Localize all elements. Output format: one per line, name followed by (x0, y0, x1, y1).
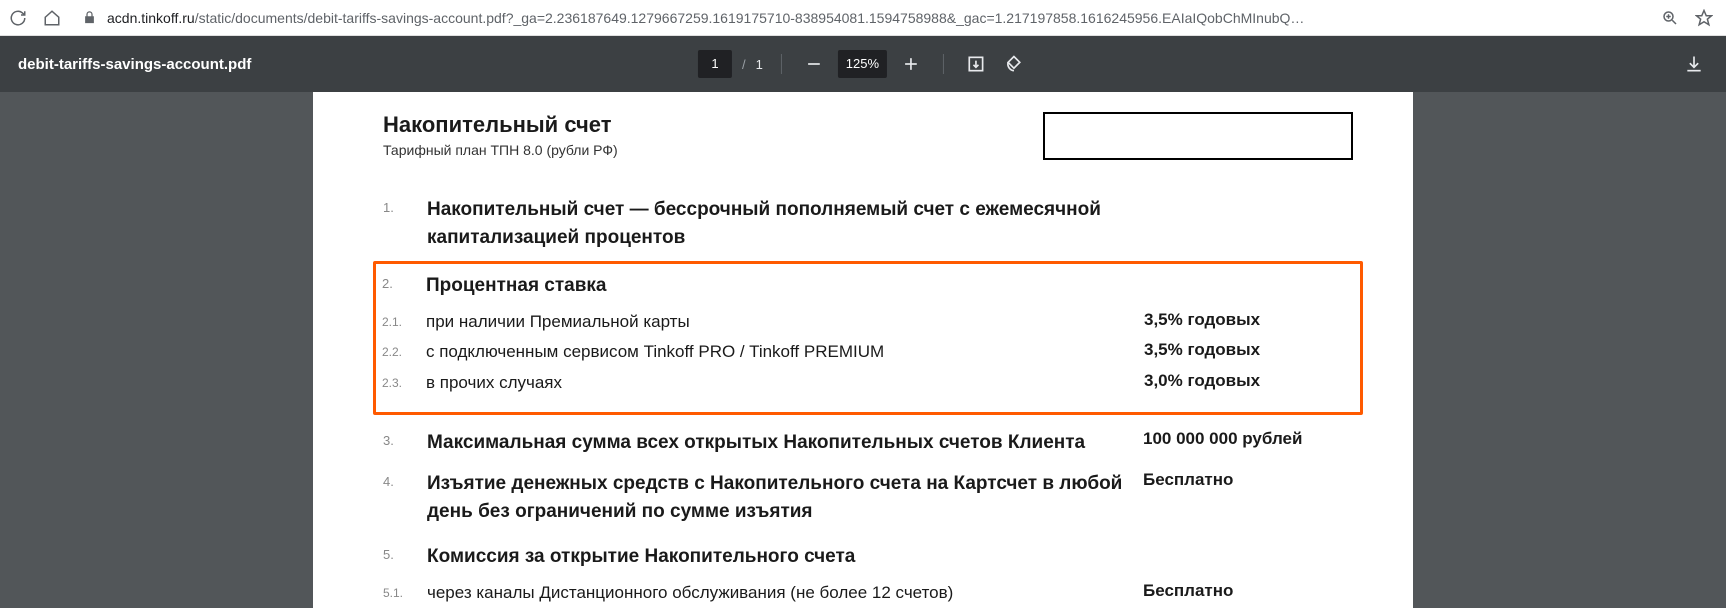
url-path: /static/documents/debit-tariffs-savings-… (195, 10, 1305, 26)
row-number: 2. (382, 272, 426, 291)
row-text: с подключенным сервисом Tinkoff PRO / Ti… (426, 340, 1144, 365)
url-domain: acdn.tinkoff.ru (107, 10, 195, 26)
pdf-toolbar-center: 1 / 1 125% (698, 50, 1028, 78)
divider (781, 54, 782, 74)
lock-icon (82, 10, 97, 25)
row-text: в прочих случаях (426, 371, 1144, 396)
fit-page-button[interactable] (962, 50, 990, 78)
browser-address-bar: acdn.tinkoff.ru/static/documents/debit-t… (0, 0, 1726, 36)
row-number: 4. (383, 470, 427, 489)
zoom-out-button[interactable] (800, 50, 828, 78)
rotate-button[interactable] (1000, 50, 1028, 78)
home-icon[interactable] (42, 8, 62, 28)
row-3: 3. Максимальная сумма всех открытых Нако… (383, 429, 1353, 457)
page-separator: / (742, 57, 746, 72)
row-2-2: 2.2. с подключенным сервисом Tinkoff PRO… (382, 340, 1354, 365)
row-text: Накопительный счет — бессрочный пополняе… (427, 196, 1143, 251)
download-button[interactable] (1680, 50, 1708, 78)
row-number: 5.1. (383, 581, 427, 600)
divider (943, 54, 944, 74)
document-subtitle: Тарифный план ТПН 8.0 (рубли РФ) (383, 142, 618, 158)
row-text: Максимальная сумма всех открытых Накопит… (427, 429, 1143, 457)
row-value: 3,5% годовых (1144, 310, 1354, 330)
zoom-lens-icon[interactable] (1660, 8, 1680, 28)
row-2: 2. Процентная ставка (382, 272, 1354, 300)
row-text: через каналы Дистанционного обслуживания… (427, 581, 1143, 606)
highlighted-section: 2. Процентная ставка 2.1. при наличии Пр… (373, 261, 1363, 414)
url-bar[interactable]: acdn.tinkoff.ru/static/documents/debit-t… (76, 10, 1646, 26)
url-text: acdn.tinkoff.ru/static/documents/debit-t… (107, 10, 1304, 26)
row-5-1: 5.1. через каналы Дистанционного обслужи… (383, 581, 1353, 606)
row-text: при наличии Премиальной карты (426, 310, 1144, 335)
row-2-1: 2.1. при наличии Премиальной карты 3,5% … (382, 310, 1354, 335)
row-number: 5. (383, 543, 427, 562)
row-2-3: 2.3. в прочих случаях 3,0% годовых (382, 371, 1354, 396)
row-value: 3,0% годовых (1144, 371, 1354, 391)
row-number: 2.3. (382, 371, 426, 390)
pdf-viewport[interactable]: Накопительный счет Тарифный план ТПН 8.0… (0, 92, 1726, 608)
row-text: Процентная ставка (426, 272, 1144, 300)
row-4: 4. Изъятие денежных средств с Накопитель… (383, 470, 1353, 525)
row-value: Бесплатно (1143, 470, 1353, 490)
row-value: 100 000 000 рублей (1143, 429, 1353, 449)
row-1: 1. Накопительный счет — бессрочный попол… (383, 196, 1353, 251)
row-number: 3. (383, 429, 427, 448)
document-title: Накопительный счет (383, 112, 618, 138)
pdf-filename: debit-tariffs-savings-account.pdf (18, 56, 251, 73)
page-number-input[interactable]: 1 (698, 50, 732, 78)
row-5: 5. Комиссия за открытие Накопительного с… (383, 543, 1353, 571)
header-placeholder-box (1043, 112, 1353, 160)
row-number: 1. (383, 196, 427, 215)
row-text: Изъятие денежных средств с Накопительног… (427, 470, 1143, 525)
zoom-level[interactable]: 125% (838, 50, 887, 78)
row-value: Бесплатно (1143, 581, 1353, 601)
row-text: Комиссия за открытие Накопительного счет… (427, 543, 1143, 571)
reload-icon[interactable] (8, 8, 28, 28)
zoom-in-button[interactable] (897, 50, 925, 78)
row-number: 2.1. (382, 310, 426, 329)
page-total: 1 (756, 57, 763, 72)
pdf-page: Накопительный счет Тарифный план ТПН 8.0… (313, 92, 1413, 608)
bookmark-star-icon[interactable] (1694, 8, 1714, 28)
pdf-toolbar: debit-tariffs-savings-account.pdf 1 / 1 … (0, 36, 1726, 92)
row-value: 3,5% годовых (1144, 340, 1354, 360)
row-number: 2.2. (382, 340, 426, 359)
